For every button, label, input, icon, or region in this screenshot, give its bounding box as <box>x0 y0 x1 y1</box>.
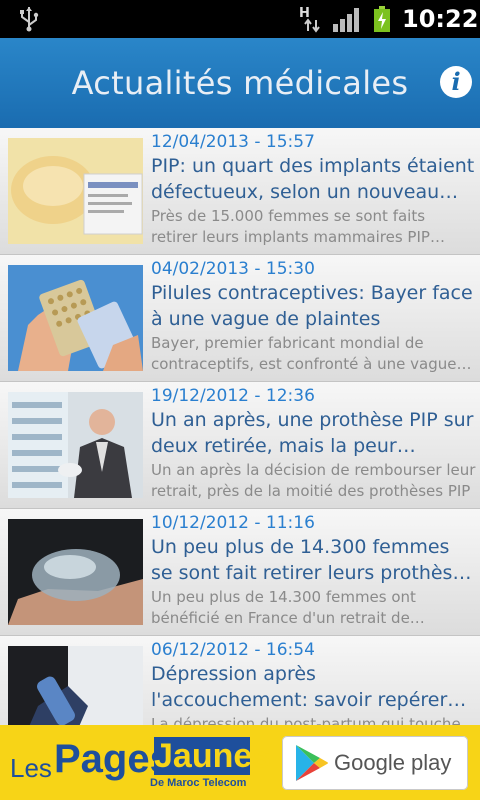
contraceptive-pills-photo <box>8 265 143 371</box>
article-date: 10/12/2012 - 11:16 <box>151 513 315 533</box>
baby-bottle-photo <box>8 646 143 725</box>
google-play-badge[interactable]: Google play <box>282 736 468 790</box>
article-date: 04/02/2013 - 15:30 <box>151 259 315 279</box>
article-summary: Bayer, premier fabricant mondial de cont… <box>151 334 457 373</box>
info-glyph: i <box>451 67 461 96</box>
ad-banner[interactable]: Les Pages Jaunes De Maroc Telecom Google… <box>0 725 480 800</box>
article-summary: Un an après la décision de rembourser le… <box>151 461 476 500</box>
article-item[interactable]: 12/04/2013 - 15:57 PIP: un quart des imp… <box>0 128 480 255</box>
article-item[interactable]: 06/12/2012 - 16:54 Dépression après l'ac… <box>0 636 480 725</box>
logo-les: Les <box>10 753 52 783</box>
data-transfer-icon: H <box>299 6 320 33</box>
man-with-implant-photo <box>8 392 143 498</box>
signal-icon <box>333 8 359 32</box>
app-bar: Actualités médicales i <box>0 38 480 128</box>
article-summary: Près de 15.000 femmes se sont faits reti… <box>151 207 430 246</box>
logo-jaunes: Jaunes <box>154 737 272 775</box>
status-bar: H 10:22 <box>0 0 480 38</box>
article-summary: La dépression du post-partum qui touche <box>151 715 461 725</box>
article-summary: Un peu plus de 14.300 femmes ont bénéfic… <box>151 588 416 627</box>
status-time: 10:22 <box>402 5 479 33</box>
usb-icon <box>20 7 39 32</box>
article-item[interactable]: 19/12/2012 - 12:36 Un an après, une prot… <box>0 382 480 509</box>
pages-jaunes-logo[interactable]: Les Pages Jaunes De Maroc Telecom <box>10 733 272 793</box>
google-play-icon <box>296 745 328 781</box>
logo-subtitle: De Maroc Telecom <box>150 777 247 789</box>
article-date: 12/04/2013 - 15:57 <box>151 132 315 152</box>
article-item[interactable]: 04/02/2013 - 15:30 Pilules contraceptive… <box>0 255 480 382</box>
article-date: 19/12/2012 - 12:36 <box>151 386 315 406</box>
article-headline: Pilules contraceptives: Bayer face à une… <box>151 282 473 330</box>
battery-charging-icon <box>374 6 390 32</box>
article-headline: PIP: un quart des implants étaient défec… <box>151 155 475 203</box>
article-headline: Un peu plus de 14.300 femmes se sont fai… <box>151 536 475 584</box>
page-title: Actualités médicales <box>71 64 409 102</box>
article-headline: Un an après, une prothèse PIP sur deux r… <box>151 409 474 457</box>
article-date: 06/12/2012 - 16:54 <box>151 640 315 660</box>
google-play-label: Google play <box>334 750 452 775</box>
article-item[interactable]: 10/12/2012 - 11:16 Un peu plus de 14.300… <box>0 509 480 636</box>
implant-in-hand-photo <box>8 519 143 625</box>
article-list[interactable]: 12/04/2013 - 15:57 PIP: un quart des imp… <box>0 128 480 725</box>
breast-implant-photo <box>8 138 143 244</box>
info-icon[interactable]: i <box>440 66 472 98</box>
article-headline: Dépression après l'accouchement: savoir … <box>151 663 448 711</box>
